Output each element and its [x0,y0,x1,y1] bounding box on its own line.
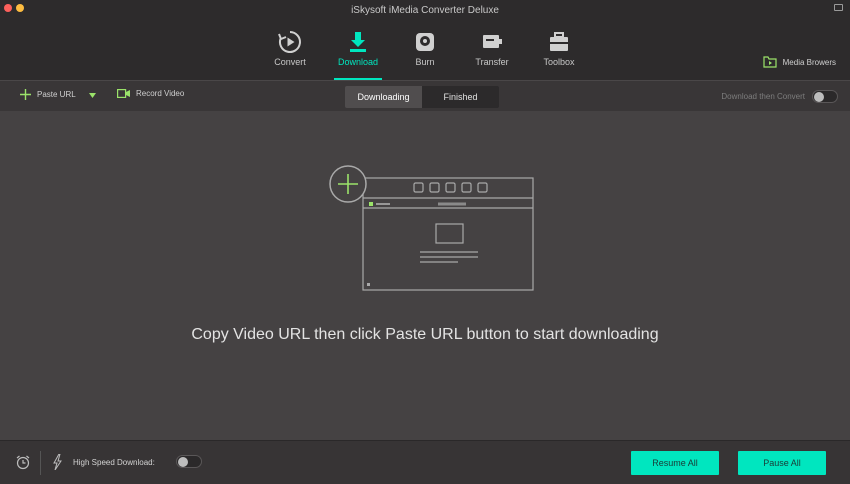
paste-url-label: Paste URL [37,90,76,99]
tab-convert-label: Convert [274,57,306,67]
record-video-button[interactable]: Record Video [117,89,184,98]
download-status-tabs: Downloading Finished [345,86,499,108]
media-browsers-button[interactable]: Media Browers [763,56,836,68]
folder-play-icon [763,56,777,68]
window-title: iSkysoft iMedia Converter Deluxe [351,5,499,16]
download-then-convert-label: Download then Convert [721,92,805,101]
empty-state-message: Copy Video URL then click Paste URL butt… [191,326,659,343]
plus-icon [20,89,31,100]
message-icon[interactable] [834,4,843,11]
record-video-label: Record Video [136,89,185,98]
tab-transfer[interactable]: Transfer [457,26,527,80]
paste-url-illustration [329,165,534,291]
tab-downloading[interactable]: Downloading [345,86,422,108]
paste-url-button[interactable]: Paste URL [20,89,76,100]
paste-url-dropdown[interactable] [89,93,96,98]
media-browsers-label: Media Browers [782,57,836,67]
lightning-icon [53,454,62,470]
bottom-divider [40,451,41,475]
high-speed-download-label: High Speed Download: [73,458,155,467]
download-toolbar: Paste URL Record Video Downloading Finis… [0,80,850,111]
tab-toolbox[interactable]: Toolbox [524,26,594,80]
resume-all-button[interactable]: Resume All [631,451,719,475]
download-icon [350,32,366,52]
tab-burn-label: Burn [415,57,435,67]
alarm-clock-icon[interactable] [15,454,31,470]
tab-transfer-label: Transfer [475,57,509,67]
convert-icon [278,31,301,53]
tab-convert[interactable]: Convert [255,26,325,80]
toolbox-icon [550,32,568,51]
disc-icon [416,33,434,51]
tab-download[interactable]: Download [323,26,393,80]
toggle-knob [814,92,824,102]
video-camera-icon [117,89,130,98]
tab-toolbox-label: Toolbox [543,57,575,67]
bottom-bar: High Speed Download: Resume All Pause Al… [0,440,850,484]
download-then-convert-toggle[interactable] [812,90,838,103]
tab-download-label: Download [337,57,379,67]
tab-finished[interactable]: Finished [422,86,499,108]
tab-burn[interactable]: Burn [390,26,460,80]
pause-all-button[interactable]: Pause All [738,451,826,475]
caret-down-icon [89,93,96,98]
transfer-icon [483,35,502,48]
toggle-knob [178,457,188,467]
title-and-nav-bar: iSkysoft iMedia Converter Deluxe Convert… [0,0,850,80]
high-speed-download-toggle[interactable] [176,455,202,468]
